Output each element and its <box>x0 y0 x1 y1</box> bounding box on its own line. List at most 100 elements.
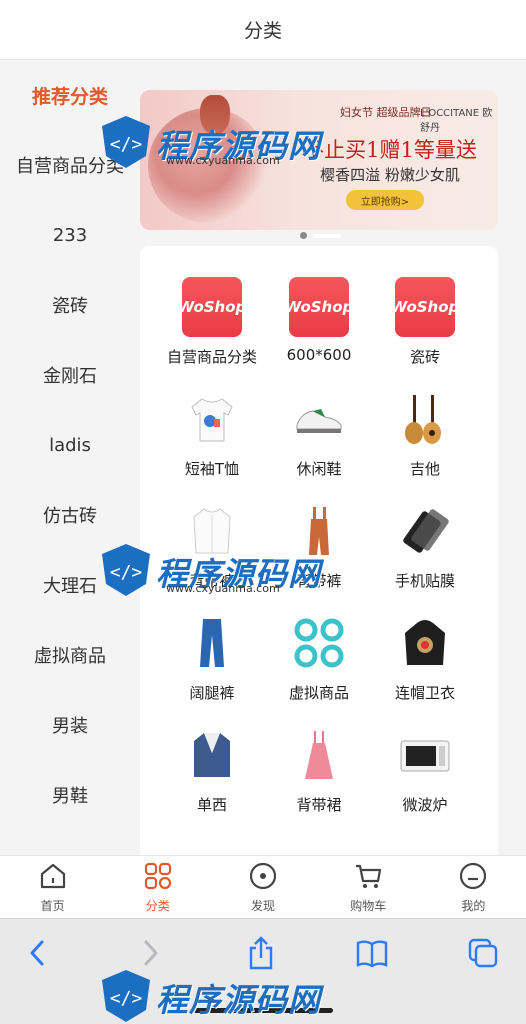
sidebar-item-diamond[interactable]: 金刚石 <box>0 340 140 410</box>
tab-label: 发现 <box>251 898 276 913</box>
carousel-indicator <box>300 232 341 239</box>
banner-subline: 樱香四溢 粉嫩少女肌 <box>320 166 460 184</box>
sidebar-item-label: 推荐分类 <box>31 85 108 108</box>
share-icon <box>246 936 276 974</box>
carousel-dot[interactable] <box>313 233 341 238</box>
category-icon <box>143 861 173 895</box>
sidebar-item-label: 233 <box>52 224 88 246</box>
guitar-icon <box>394 388 456 450</box>
sidebar-item-self-operated[interactable]: 自营商品分类 <box>0 130 140 200</box>
subcategory-label: 短袖T恤 <box>184 460 240 478</box>
sidebar-item-tiles[interactable]: 瓷砖 <box>0 270 140 340</box>
tabs-button[interactable] <box>461 933 505 977</box>
subcategory-label: 手机贴膜 <box>394 572 455 590</box>
tab-home[interactable]: 首页 <box>0 856 105 918</box>
subcategory-item[interactable]: 休闲鞋 <box>259 388 379 500</box>
category-sidebar[interactable]: 推荐分类 自营商品分类 233 瓷砖 金刚石 ladis 仿古砖 大理石 虚拟商… <box>0 60 140 855</box>
forward-icon <box>138 938 162 972</box>
promo-banner[interactable]: 妇女节 超级品牌日 L'OCCITANE 欧舒丹 不止买1赠1等量送 樱香四溢 … <box>140 90 498 230</box>
sidebar-item-recommended[interactable]: 推荐分类 <box>0 60 140 130</box>
home-indicator <box>193 1008 333 1013</box>
bottom-tabbar: 首页 分类 发现 购物车 我的 <box>0 855 526 918</box>
hoodie-icon <box>394 612 456 674</box>
subcategory-item[interactable]: 手机贴膜 <box>365 500 485 612</box>
category-main: 妇女节 超级品牌日 L'OCCITANE 欧舒丹 不止买1赠1等量送 樱香四溢 … <box>140 60 526 855</box>
subcategory-label: 连帽卫衣 <box>394 684 455 702</box>
banner-buy-button[interactable]: 立即抢购> <box>346 190 424 210</box>
share-button[interactable] <box>239 933 283 977</box>
subcategory-label: 吉他 <box>409 460 440 478</box>
home-icon <box>38 861 68 895</box>
sidebar-item-label: 大理石 <box>43 576 97 597</box>
page-title: 分类 <box>243 20 282 42</box>
subcategory-item[interactable]: 微波炉 <box>365 724 485 836</box>
subcategory-item[interactable]: 单西 <box>152 724 272 836</box>
subcategory-item[interactable]: WoShop 瓷砖 <box>365 276 485 388</box>
discover-icon <box>248 861 278 895</box>
sidebar-item-virtual-goods[interactable]: 虚拟商品 <box>0 620 140 690</box>
tab-cart[interactable]: 购物车 <box>316 856 421 918</box>
subcategory-item[interactable]: 背带裤 <box>152 500 272 612</box>
forward-button[interactable] <box>128 933 172 977</box>
phone-film-icon <box>394 500 456 562</box>
tshirt-icon <box>181 388 243 450</box>
subcategory-label: 微波炉 <box>402 796 448 814</box>
bookmarks-button[interactable] <box>350 933 394 977</box>
cart-icon <box>353 861 383 895</box>
sidebar-item-label: 仿古砖 <box>43 506 97 527</box>
tab-label: 购物车 <box>350 898 387 913</box>
product-bottle-image <box>200 95 230 135</box>
sidebar-item-marble[interactable]: 大理石 <box>0 550 140 620</box>
subcategory-item[interactable]: 虚拟商品 <box>259 612 379 724</box>
subcategory-label: 单西 <box>196 796 227 814</box>
shirt-icon <box>181 500 243 562</box>
tab-profile[interactable]: 我的 <box>421 856 526 918</box>
subcategory-item[interactable]: 背带裤 <box>259 500 379 612</box>
category-content: 推荐分类 自营商品分类 233 瓷砖 金刚石 ladis 仿古砖 大理石 虚拟商… <box>0 60 526 855</box>
microwave-icon <box>394 724 456 786</box>
bookmarks-icon <box>355 938 389 972</box>
sidebar-item-233[interactable]: 233 <box>0 200 140 270</box>
dress-icon <box>288 724 350 786</box>
sidebar-item-label: ladis <box>49 434 91 456</box>
subcategory-item[interactable]: 阔腿裤 <box>152 612 272 724</box>
sidebar-item-mens-shoes[interactable]: 男鞋 <box>0 760 140 830</box>
tab-label: 我的 <box>461 898 486 913</box>
subcategory-label: 背带裤 <box>189 572 235 590</box>
subcategory-item[interactable]: 吉他 <box>365 388 485 500</box>
sidebar-item-label: 虚拟商品 <box>34 646 106 667</box>
subcategory-item[interactable]: 短袖T恤 <box>152 388 272 500</box>
clover-icon <box>288 612 350 674</box>
tab-label: 首页 <box>40 898 65 913</box>
subcategory-item[interactable]: 背带裙 <box>259 724 379 836</box>
banner-brand-right: L'OCCITANE 欧舒丹 <box>420 108 493 134</box>
subcategory-item[interactable]: WoShop 600*600 <box>259 276 379 388</box>
app-page: 分类 推荐分类 自营商品分类 233 瓷砖 金刚石 ladis 仿古砖 大理石 … <box>0 0 526 1024</box>
tab-label: 分类 <box>145 898 170 913</box>
subcategory-item[interactable]: WoShop 自营商品分类 <box>152 276 272 388</box>
tab-category[interactable]: 分类 <box>105 856 210 918</box>
sidebar-item-label: 男鞋 <box>52 786 88 807</box>
subcategory-label: 600*600 <box>286 346 352 364</box>
sidebar-item-menswear[interactable]: 男装 <box>0 690 140 760</box>
sneaker-icon <box>288 388 350 450</box>
sidebar-item-label: 瓷砖 <box>52 296 88 317</box>
subcategory-label: 阔腿裤 <box>189 684 235 702</box>
subcategory-label: 瓷砖 <box>409 348 440 366</box>
subcategory-label: 自营商品分类 <box>166 348 257 366</box>
profile-icon <box>458 861 488 895</box>
back-button[interactable] <box>16 933 60 977</box>
banner-brand-left: 妇女节 超级品牌日 <box>340 106 432 119</box>
sidebar-item-label: 金刚石 <box>43 366 97 387</box>
carousel-dot-active[interactable] <box>300 232 307 239</box>
subcategory-item[interactable]: 连帽卫衣 <box>365 612 485 724</box>
woshop-logo-icon: WoShop <box>178 277 246 337</box>
sidebar-item-ladis[interactable]: ladis <box>0 410 140 480</box>
pants-icon <box>181 612 243 674</box>
navbar: 分类 <box>0 0 526 60</box>
tab-discover[interactable]: 发现 <box>210 856 315 918</box>
tabs-icon <box>467 937 499 973</box>
subcategory-grid: WoShop 自营商品分类 WoShop 600*600 WoShop 瓷砖 短… <box>140 246 498 855</box>
sidebar-item-antique-tiles[interactable]: 仿古砖 <box>0 480 140 550</box>
sidebar-item-label: 男装 <box>52 716 88 737</box>
